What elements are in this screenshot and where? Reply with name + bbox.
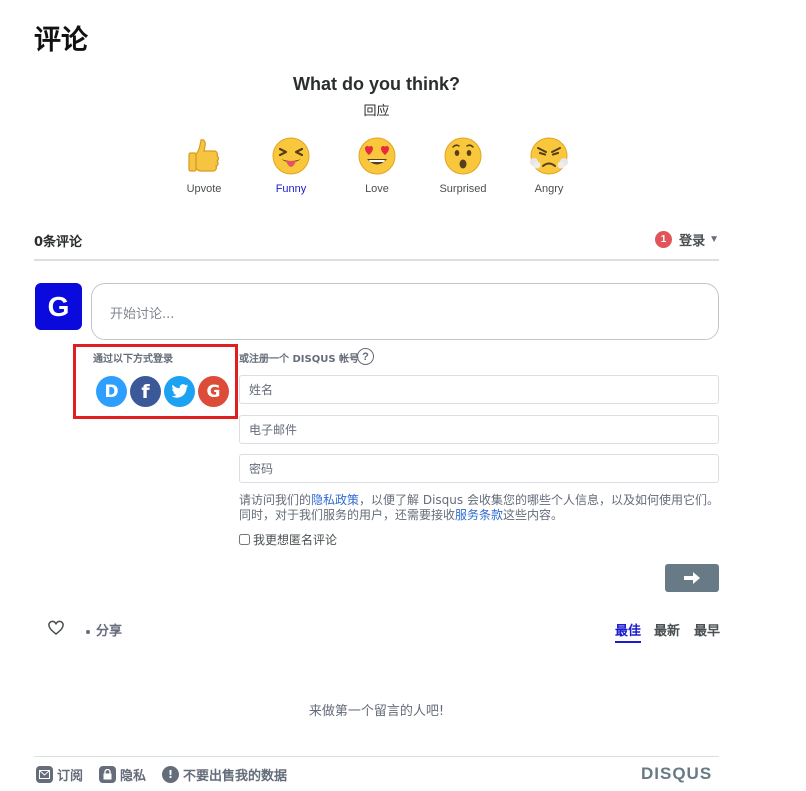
login-dropdown[interactable]: 1 登录 ▼ — [655, 228, 719, 250]
reaction-label: Surprised — [439, 183, 487, 195]
guest-checkbox[interactable] — [239, 534, 250, 545]
privacy-text-end: 这些内容。 — [503, 508, 564, 522]
reaction-label: Upvote — [186, 183, 222, 195]
email-field[interactable] — [239, 415, 719, 444]
bullet-icon — [86, 629, 90, 634]
sort-tab-best[interactable]: 最佳 — [615, 620, 642, 643]
subscribe-label: 订阅 — [57, 769, 84, 784]
disqus-logo[interactable]: DISQUS — [641, 764, 712, 784]
arrow-right-icon — [684, 572, 700, 584]
twitter-icon — [170, 384, 188, 398]
password-field[interactable] — [239, 454, 719, 483]
reaction-funny[interactable]: Funny — [256, 136, 326, 195]
page-title: 评论 — [34, 25, 88, 56]
share-label: 分享 — [96, 624, 123, 639]
notification-badge[interactable]: 1 — [655, 230, 673, 248]
envelope-icon — [36, 766, 53, 783]
facebook-login-button[interactable]: f — [130, 376, 161, 407]
disqus-login-button[interactable]: D — [96, 376, 127, 407]
privacy-policy-link[interactable]: 隐私政策 — [311, 493, 359, 507]
thread-header: 0条评论 1 登录 ▼ — [34, 228, 719, 261]
terms-of-service-link[interactable]: 服务条款 — [455, 508, 503, 522]
twitter-login-button[interactable] — [164, 376, 195, 407]
empty-state-message: 来做第一个留言的人吧! — [308, 704, 445, 719]
alert-icon: ! — [162, 766, 179, 783]
lock-icon — [99, 766, 116, 783]
reaction-label: Funny — [275, 183, 307, 195]
sort-tab-oldest[interactable]: 最早 — [694, 620, 720, 641]
reaction-love[interactable]: Love — [342, 136, 412, 195]
comment-input[interactable]: 开始讨论... — [91, 283, 719, 340]
disqus-icon: D — [104, 381, 119, 402]
reaction-label: Love — [365, 183, 389, 195]
guest-label: 我更想匿名评论 — [253, 533, 338, 547]
name-field[interactable] — [239, 375, 719, 404]
footer-divider — [34, 756, 719, 757]
share-button[interactable]: 分享 — [86, 620, 122, 639]
privacy-label: 隐私 — [120, 769, 147, 784]
guest-comment-option[interactable]: 我更想匿名评论 — [239, 531, 337, 548]
privacy-notice: 请访问我们的隐私政策，以便了解 Disqus 会收集您的哪些个人信息，以及如何使… — [239, 493, 721, 523]
chevron-down-icon: ▼ — [709, 233, 719, 245]
comment-count: 0条评论 — [34, 235, 83, 250]
subscribe-link[interactable]: 订阅 — [36, 766, 84, 784]
google-icon: G — [206, 381, 221, 402]
angry-steam-emoji-icon — [530, 137, 568, 175]
do-not-sell-label: 不要出售我的数据 — [183, 769, 288, 784]
facebook-icon: f — [141, 380, 150, 403]
thumbs-up-emoji-icon — [188, 139, 220, 172]
reactions-subtitle: 回应 — [363, 104, 390, 119]
reaction-label: Angry — [534, 183, 564, 195]
sort-tab-newest[interactable]: 最新 — [654, 620, 680, 641]
help-icon[interactable]: ? — [357, 348, 374, 365]
privacy-link[interactable]: 隐私 — [99, 766, 147, 784]
privacy-text-start: 请访问我们的 — [239, 493, 312, 507]
reactions-title: What do you think? — [293, 74, 460, 94]
register-title: 或注册一个 DISQUS 帐号 — [239, 354, 360, 365]
comment-placeholder: 开始讨论... — [110, 307, 175, 322]
reaction-upvote[interactable]: Upvote — [169, 136, 239, 195]
surprised-emoji-icon — [444, 137, 482, 175]
reaction-surprised[interactable]: Surprised — [428, 136, 498, 195]
heart-eyes-emoji-icon — [358, 137, 396, 175]
submit-button[interactable] — [665, 564, 719, 592]
social-login-title: 通过以下方式登录 — [93, 354, 173, 365]
avatar: G — [35, 283, 82, 330]
google-login-button[interactable]: G — [198, 376, 229, 407]
heart-icon[interactable] — [47, 619, 65, 637]
login-label: 登录 — [679, 233, 706, 249]
reaction-angry[interactable]: Angry — [514, 136, 584, 195]
squinting-tongue-emoji-icon — [272, 137, 310, 175]
do-not-sell-link[interactable]: ! 不要出售我的数据 — [162, 766, 288, 784]
